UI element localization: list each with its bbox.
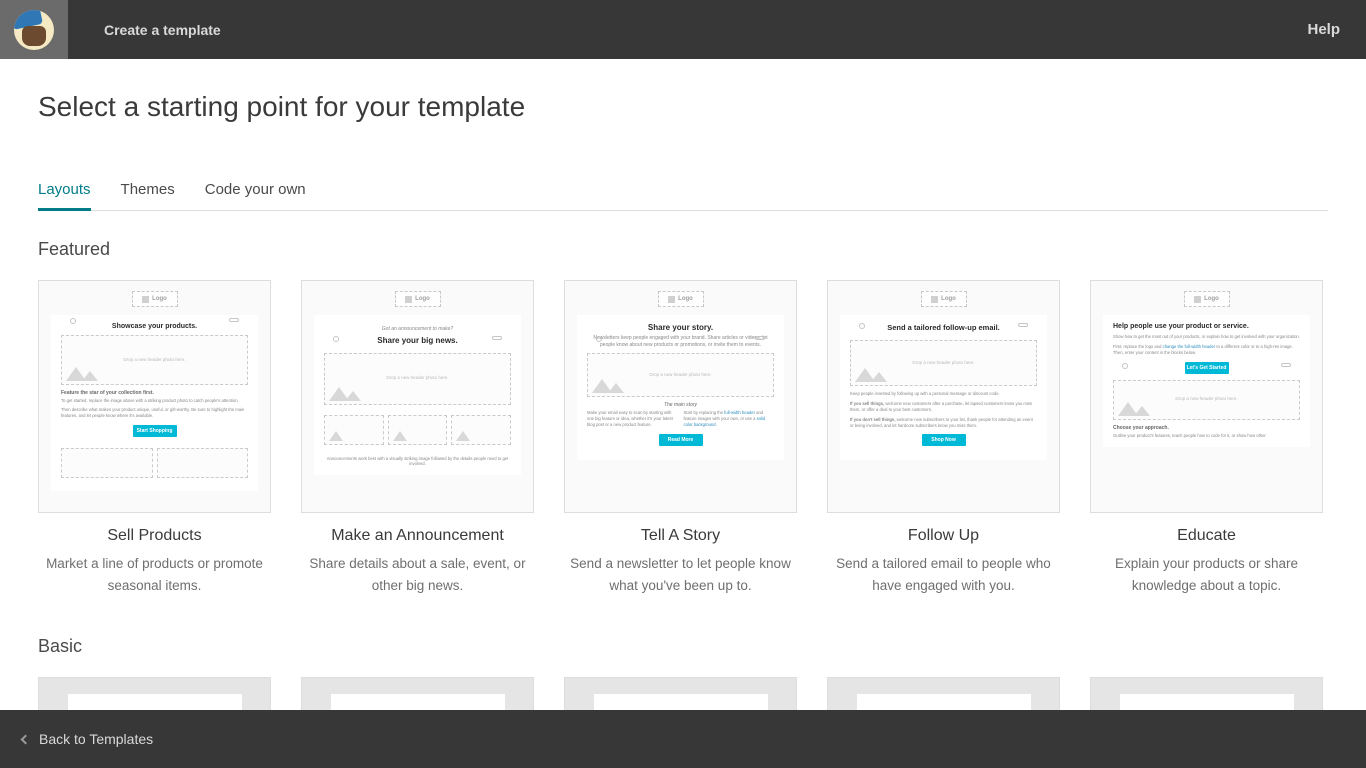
template-thumb[interactable]: [1090, 677, 1323, 710]
template-thumb[interactable]: Logo Got an announcement to make? Share …: [301, 280, 534, 513]
template-title: Tell A Story: [564, 527, 797, 545]
template-thumb[interactable]: Logo Showcase your products. Drop a new …: [38, 280, 271, 513]
main-content: Select a starting point for your templat…: [6, 59, 1360, 710]
page-context-title: Create a template: [68, 22, 221, 38]
logo-placeholder-icon: Logo: [1184, 291, 1230, 307]
template-title: Make an Announcement: [301, 527, 534, 545]
template-desc: Explain your products or share knowledge…: [1090, 553, 1323, 596]
thumb-cta-button: Read More: [659, 434, 703, 446]
template-desc: Send a newsletter to let people know wha…: [564, 553, 797, 596]
template-thumb[interactable]: [564, 677, 797, 710]
page-title: Select a starting point for your templat…: [38, 91, 1328, 123]
app-footer: Back to Templates: [0, 710, 1366, 768]
template-card-tell-a-story: Logo Share your story. Newsletters keep …: [564, 280, 797, 596]
basic-grid: [38, 677, 1328, 710]
thumb-cta-button: Let's Get Started: [1185, 362, 1229, 374]
template-card-basic: [38, 677, 271, 710]
template-thumb[interactable]: [827, 677, 1060, 710]
template-card-basic: [827, 677, 1060, 710]
logo-placeholder-icon: Logo: [132, 291, 178, 307]
app-header: Create a template Help: [0, 0, 1366, 59]
tab-layouts[interactable]: Layouts: [38, 171, 91, 211]
tab-bar: Layouts Themes Code your own: [38, 171, 1328, 211]
template-thumb[interactable]: [301, 677, 534, 710]
section-basic-title: Basic: [38, 636, 1328, 657]
logo-icon: [14, 10, 54, 50]
template-thumb[interactable]: Logo Help people use your product or ser…: [1090, 280, 1323, 513]
template-desc: Share details about a sale, event, or ot…: [301, 553, 534, 596]
template-thumb[interactable]: Logo Send a tailored follow-up email. Dr…: [827, 280, 1060, 513]
logo-placeholder-icon: Logo: [921, 291, 967, 307]
template-card-follow-up: Logo Send a tailored follow-up email. Dr…: [827, 280, 1060, 596]
template-title: Follow Up: [827, 527, 1060, 545]
header-left: Create a template: [0, 0, 221, 59]
template-card-sell-products: Logo Showcase your products. Drop a new …: [38, 280, 271, 596]
template-card-make-announcement: Logo Got an announcement to make? Share …: [301, 280, 534, 596]
back-to-templates-link[interactable]: Back to Templates: [22, 731, 153, 747]
template-desc: Send a tailored email to people who have…: [827, 553, 1060, 596]
thumb-cta-button: Start Shopping: [133, 425, 177, 437]
template-card-basic: [301, 677, 534, 710]
template-card-basic: [1090, 677, 1323, 710]
tab-themes[interactable]: Themes: [121, 171, 175, 210]
template-title: Educate: [1090, 527, 1323, 545]
back-label: Back to Templates: [39, 731, 153, 747]
template-card-basic: [564, 677, 797, 710]
thumb-cta-button: Shop Now: [922, 434, 966, 446]
template-title: Sell Products: [38, 527, 271, 545]
section-featured-title: Featured: [38, 239, 1328, 260]
logo-placeholder-icon: Logo: [658, 291, 704, 307]
template-card-educate: Logo Help people use your product or ser…: [1090, 280, 1323, 596]
template-thumb[interactable]: [38, 677, 271, 710]
app-logo[interactable]: [0, 0, 68, 59]
logo-placeholder-icon: Logo: [395, 291, 441, 307]
template-desc: Market a line of products or promote sea…: [38, 553, 271, 596]
thumb-heading: Showcase your products.: [61, 323, 248, 330]
help-link[interactable]: Help: [1307, 21, 1366, 38]
chevron-left-icon: [21, 734, 31, 744]
featured-grid: Logo Showcase your products. Drop a new …: [38, 280, 1328, 596]
tab-code-your-own[interactable]: Code your own: [205, 171, 306, 210]
template-thumb[interactable]: Logo Share your story. Newsletters keep …: [564, 280, 797, 513]
